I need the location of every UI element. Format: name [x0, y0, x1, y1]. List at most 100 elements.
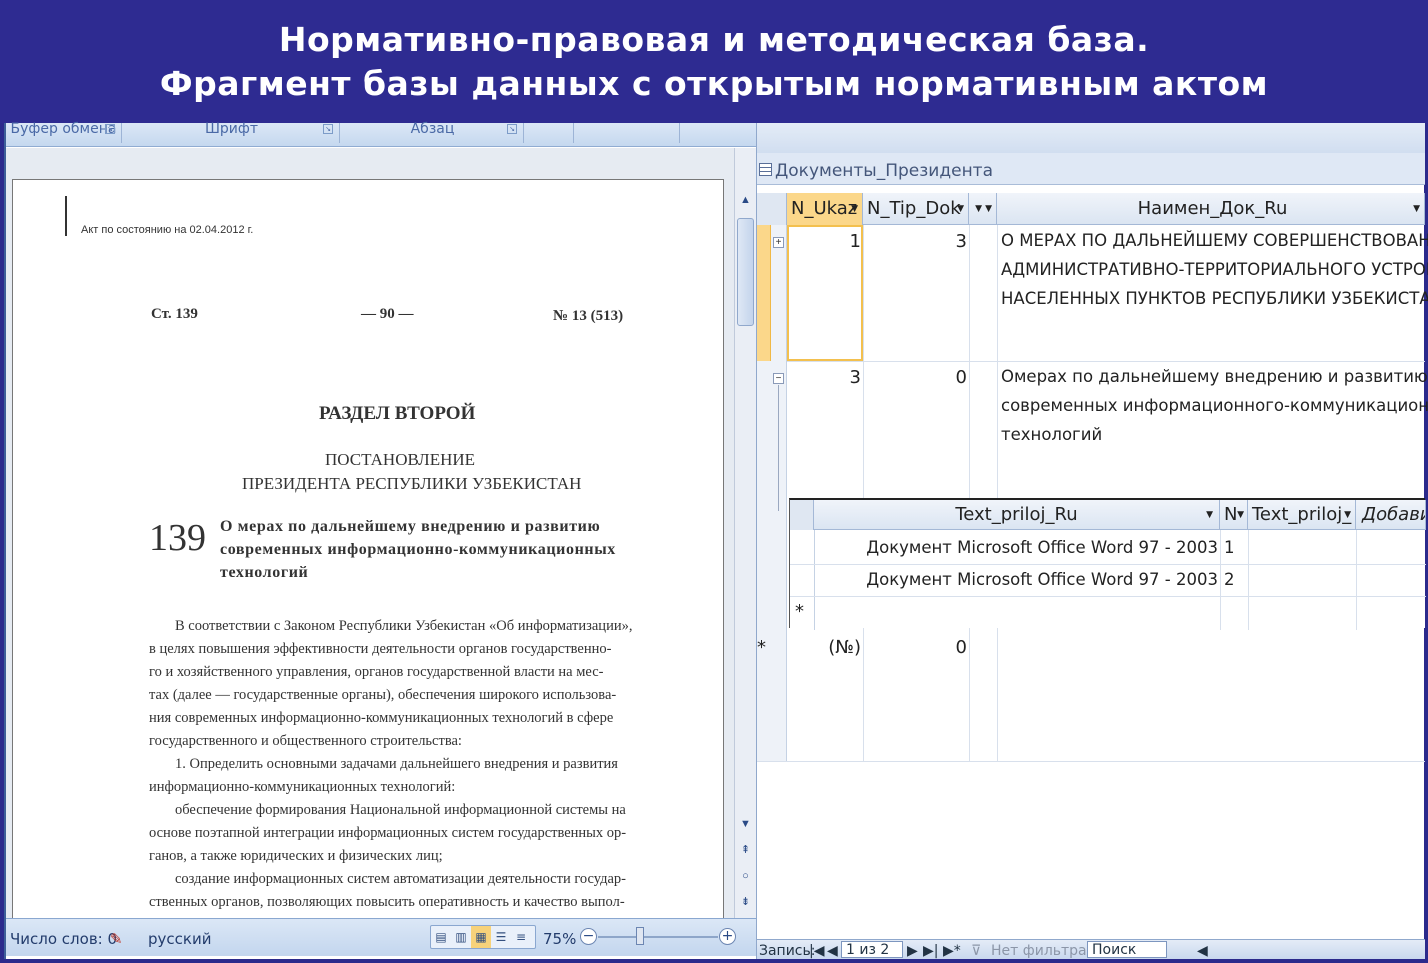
subcell-text-priloj[interactable]: Документ Microsoft Office Word 97 - 2003	[814, 570, 1218, 589]
filter-status[interactable]: Нет фильтра	[991, 943, 1087, 959]
body-line: тах (далее — государственные органы), об…	[149, 687, 617, 703]
record-selector-column	[757, 225, 787, 761]
dialog-launcher-icon[interactable]: ↘	[323, 124, 333, 134]
document-page[interactable]: Акт по состоянию на 02.04.2012 г. Ст. 13…	[12, 179, 724, 918]
select-all-corner[interactable]	[757, 193, 787, 225]
next-page-icon[interactable]: ⇟	[737, 894, 754, 911]
grid-line	[790, 564, 1426, 565]
scroll-thumb[interactable]	[737, 218, 754, 326]
new-record-marker: *	[795, 601, 804, 622]
subcell-n[interactable]: 2	[1224, 570, 1235, 589]
dropdown-arrow-icon[interactable]: ▼	[957, 193, 964, 225]
cell-n-ukaz[interactable]: 1	[787, 231, 861, 252]
body-line: государственного и общественного строите…	[149, 733, 462, 749]
new-record-icon[interactable]: ▶*	[943, 943, 961, 959]
page-header-left: Ст. 139	[151, 306, 198, 322]
next-record-icon[interactable]: ▶	[907, 943, 918, 959]
dropdown-arrow-icon[interactable]: ▼	[1344, 500, 1351, 530]
dropdown-arrow-icon[interactable]: ▼	[1237, 500, 1244, 530]
cell-n-tip-dok[interactable]: 3	[863, 231, 967, 252]
collapse-icon[interactable]: −	[773, 373, 784, 384]
dropdown-arrow-icon[interactable]: ▼	[975, 193, 982, 225]
dropdown-arrow-icon[interactable]: ▼	[851, 193, 858, 225]
draft-icon[interactable]: ≡	[511, 926, 531, 948]
first-record-icon[interactable]: |◀	[809, 943, 824, 959]
ribbon-group-font[interactable]: Шрифт ↘	[124, 122, 340, 143]
previous-record-icon[interactable]: ◀	[827, 943, 838, 959]
dropdown-arrow-icon[interactable]: ▼	[1413, 193, 1420, 225]
dialog-launcher-icon[interactable]: ↘	[507, 124, 517, 134]
grid-line	[790, 596, 1426, 597]
select-all-corner[interactable]	[790, 500, 814, 530]
cell-n-tip-dok-new[interactable]: 0	[863, 637, 967, 658]
scroll-up-icon[interactable]: ▲	[737, 192, 754, 209]
cell-naimen-line[interactable]: Омерах по дальнейшему внедрению и развит…	[1001, 367, 1428, 386]
column-header-label: Наимен_Док_Ru	[1137, 198, 1288, 219]
current-record-field[interactable]: 1 из 2	[841, 941, 903, 958]
column-header-n-tip-dok[interactable]: N_Tip_Dok ▼	[863, 193, 969, 225]
ribbon-group-clipboard[interactable]: Буфер обмена ↘	[6, 122, 122, 143]
body-line: основе поэтапной интеграции информационн…	[149, 825, 627, 841]
vertical-scrollbar[interactable]: ▲ ▼ ⇞ ○ ⇟	[734, 148, 756, 918]
column-header-narrow[interactable]: ▼ ▼	[969, 193, 997, 225]
column-header-naimen-dok-ru[interactable]: Наимен_Док_Ru ▼	[997, 193, 1425, 225]
cell-naimen-line[interactable]: технологий	[1001, 425, 1102, 444]
cell-n-ukaz-new[interactable]: (№)	[787, 637, 861, 658]
table-tab[interactable]: Документы_Президента	[757, 153, 1425, 185]
grid-line	[1220, 530, 1221, 630]
language-indicator[interactable]: русский	[148, 930, 211, 948]
dropdown-arrow-icon[interactable]: ▼	[1206, 500, 1213, 530]
subcell-text-priloj[interactable]: Документ Microsoft Office Word 97 - 2003	[814, 538, 1218, 557]
body-line: 1. Определить основными задачами дальней…	[175, 756, 618, 772]
zoom-in-icon[interactable]: +	[719, 928, 736, 945]
zoom-knob[interactable]	[636, 927, 644, 945]
previous-page-icon[interactable]: ⇞	[737, 842, 754, 859]
text-cursor	[65, 196, 67, 236]
body-line: го и хозяйственного управления, органов …	[149, 664, 604, 680]
proofing-icon[interactable]: ✎	[110, 930, 123, 948]
scroll-down-icon[interactable]: ▼	[737, 816, 754, 833]
print-layout-icon[interactable]: ▤	[431, 926, 451, 948]
active-record-selector[interactable]	[757, 225, 771, 361]
subcolumn-header-text-priloj-ru[interactable]: Text_priloj_Ru ▼	[814, 500, 1220, 530]
zoom-track	[598, 936, 718, 938]
column-header-n-ukaz[interactable]: N_Ukaz ▼	[787, 193, 863, 225]
tree-line	[778, 385, 779, 511]
banner-line-2: Фрагмент базы данных с открытым норматив…	[159, 64, 1269, 103]
body-line: информационно-коммуникационных технологи…	[149, 779, 456, 795]
search-field[interactable]: Поиск	[1087, 941, 1167, 958]
add-field-header[interactable]: Добавить	[1356, 500, 1426, 530]
record-label: Запись:	[759, 943, 816, 959]
subcolumn-header-n[interactable]: N ▼	[1220, 500, 1248, 530]
full-screen-reading-icon[interactable]: ▥	[451, 926, 471, 948]
cell-naimen-line[interactable]: АДМИНИСТРАТИВНО-ТЕРРИТОРИАЛЬНОГО УСТРОЙС…	[1001, 260, 1428, 279]
word-count[interactable]: Число слов: 0	[10, 930, 117, 948]
filter-icon[interactable]: ⊽	[971, 943, 981, 959]
cell-n-tip-dok[interactable]: 0	[863, 367, 967, 388]
subdatasheet-header: Text_priloj_Ru▼ N▼ Text_priloj_▼ Добавит…	[790, 500, 1426, 530]
browse-object-icon[interactable]: ○	[737, 868, 754, 885]
scroll-left-icon[interactable]: ◀	[1197, 943, 1208, 959]
last-record-icon[interactable]: ▶|	[923, 943, 938, 959]
dropdown-arrow-icon[interactable]: ▼	[985, 193, 992, 225]
zoom-level[interactable]: 75%	[543, 930, 576, 948]
cell-n-ukaz[interactable]: 3	[787, 367, 861, 388]
expand-icon[interactable]: +	[773, 237, 784, 248]
cell-naimen-line[interactable]: НАСЕЛЕННЫХ ПУНКТОВ РЕСПУБЛИКИ УЗБЕКИСТАН	[1001, 289, 1428, 308]
outline-icon[interactable]: ☰	[491, 926, 511, 948]
cell-naimen-line[interactable]: О МЕРАХ ПО ДАЛЬНЕЙШЕМУ СОВЕРШЕНСТВОВАНИЮ	[1001, 231, 1428, 250]
grid-line	[863, 225, 864, 761]
zoom-out-icon[interactable]: −	[580, 928, 597, 945]
view-buttons: ▤ ▥ ▦ ☰ ≡	[430, 925, 536, 949]
web-layout-icon[interactable]: ▦	[471, 926, 491, 948]
cell-naimen-line[interactable]: современных информационного-коммуникацио…	[1001, 396, 1428, 415]
column-header-label: N_Tip_Dok	[867, 198, 961, 219]
section-title: РАЗДЕЛ ВТОРОЙ	[319, 403, 476, 424]
ribbon-group-paragraph[interactable]: Абзац ↘	[342, 122, 524, 143]
ribbon-group-styles[interactable]	[526, 123, 574, 143]
subcolumn-header-text-priloj[interactable]: Text_priloj_ ▼	[1248, 500, 1356, 530]
subcell-n[interactable]: 1	[1224, 538, 1235, 557]
dialog-launcher-icon[interactable]: ↘	[105, 124, 115, 134]
zoom-slider[interactable]: − +	[580, 925, 736, 949]
ribbon-group-editing[interactable]	[576, 123, 680, 143]
